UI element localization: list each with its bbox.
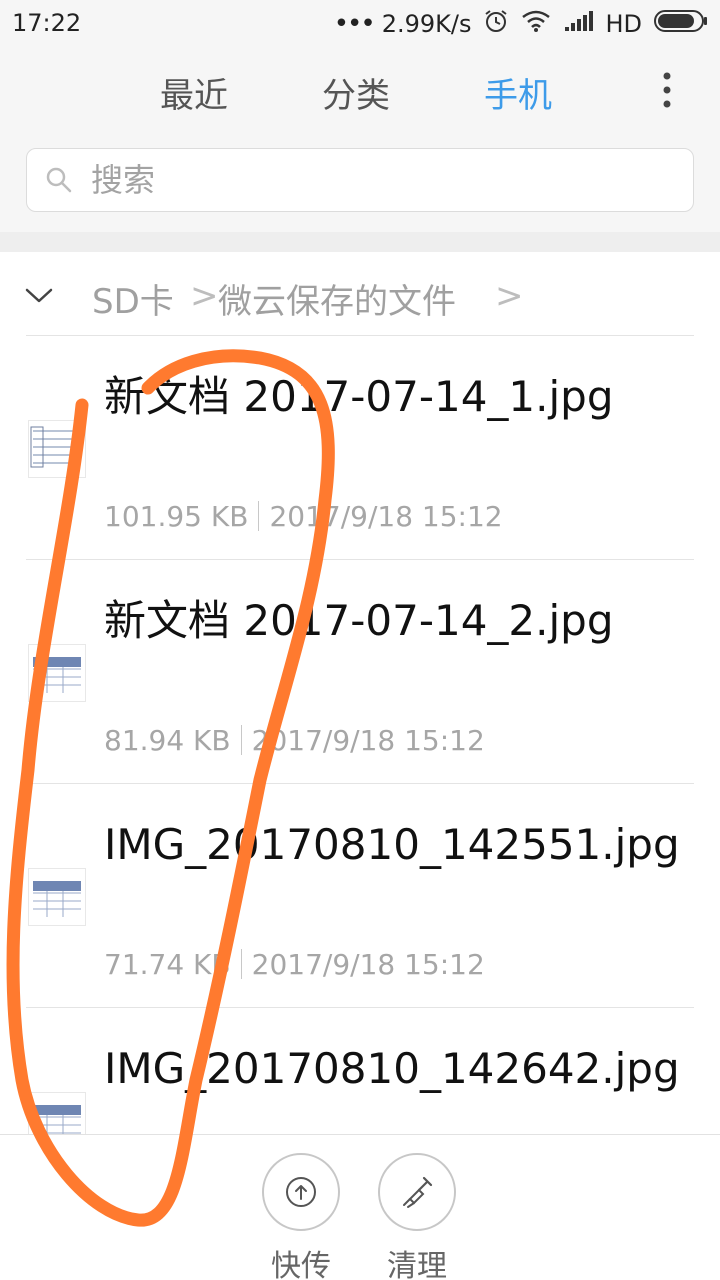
- tab-recent[interactable]: 最近: [160, 68, 228, 117]
- tab-phone[interactable]: 手机: [484, 68, 552, 117]
- file-thumbnail: [28, 1092, 86, 1134]
- status-dots: •••: [333, 9, 376, 39]
- wifi-icon: [521, 9, 551, 39]
- file-meta: 71.74 KB 2017/9/18 15:12: [104, 948, 485, 981]
- signal-icon: [563, 9, 594, 39]
- alarm-icon: [483, 8, 509, 40]
- clean-circle: [378, 1153, 456, 1231]
- status-right: ••• 2.99K/s HD: [334, 8, 708, 40]
- meta-separator: [240, 949, 242, 979]
- file-list: 新文档 2017-07-14_1.jpg 101.95 KB 2017/9/18 …: [0, 336, 720, 1134]
- file-date: 2017/9/18 15:12: [251, 724, 485, 757]
- broom-icon: [403, 1176, 433, 1208]
- file-name: 新文档 2017-07-14_1.jpg: [104, 372, 614, 421]
- network-speed: 2.99K/s: [381, 10, 472, 38]
- file-name: 新文档 2017-07-14_2.jpg: [104, 596, 614, 645]
- breadcrumb: SD卡 > 微云保存的文件 >: [0, 252, 720, 336]
- hd-indicator: HD: [605, 10, 642, 38]
- file-size: 101.95 KB: [104, 500, 249, 533]
- file-thumbnail: [28, 644, 86, 702]
- meta-separator: [240, 725, 242, 755]
- file-thumbnail: [28, 420, 86, 478]
- file-size: 71.74 KB: [104, 948, 231, 981]
- status-time: 17:22: [12, 9, 82, 37]
- search-input[interactable]: [89, 159, 653, 201]
- top-tab-bar: 最近 分类 手机: [0, 52, 720, 129]
- file-date: 2017/9/18 15:12: [251, 948, 485, 981]
- file-name: IMG_20170810_142642.jpg: [104, 1044, 680, 1093]
- chevron-down-icon[interactable]: [24, 280, 54, 310]
- tab-category[interactable]: 分类: [322, 68, 390, 117]
- breadcrumb-sd-card[interactable]: SD卡: [92, 274, 174, 323]
- quicksend-circle: [262, 1153, 340, 1231]
- file-meta: 101.95 KB 2017/9/18 15:12: [104, 500, 503, 533]
- battery-icon: [654, 9, 708, 39]
- file-date: 2017/9/18 15:12: [269, 500, 503, 533]
- more-vertical-icon: [663, 72, 671, 108]
- file-name: IMG_20170810_142551.jpg: [104, 820, 680, 869]
- file-row[interactable]: IMG_20170810_142642.jpg: [0, 1008, 720, 1134]
- meta-separator: [258, 501, 260, 531]
- file-size: 81.94 KB: [104, 724, 231, 757]
- quicksend-label: 快传: [271, 1249, 331, 1280]
- clean-label: 清理: [387, 1249, 447, 1280]
- quicksend-button[interactable]: 快传: [261, 1153, 341, 1280]
- section-gap: [0, 232, 720, 252]
- file-thumbnail: [28, 868, 86, 926]
- search-box[interactable]: [26, 148, 694, 212]
- upload-icon: [286, 1177, 316, 1207]
- file-row[interactable]: 新文档 2017-07-14_2.jpg 81.94 KB 2017/9/18 1…: [0, 560, 720, 784]
- file-manager-screen: 17:22 ••• 2.99K/s HD 最近 分类 手机 搜索 SD卡 > 微…: [0, 0, 720, 1280]
- breadcrumb-folder[interactable]: 微云保存的文件: [218, 274, 456, 323]
- bottom-toolbar: 快传 清理: [0, 1134, 720, 1280]
- search-area: [0, 128, 720, 232]
- file-row[interactable]: IMG_20170810_142551.jpg 71.74 KB 2017/9/1…: [0, 784, 720, 1008]
- more-menu-button[interactable]: [662, 70, 672, 110]
- search-icon: [46, 167, 72, 193]
- file-row[interactable]: 新文档 2017-07-14_1.jpg 101.95 KB 2017/9/18 …: [0, 336, 720, 560]
- status-bar: 17:22 ••• 2.99K/s HD: [0, 0, 720, 52]
- file-meta: 81.94 KB 2017/9/18 15:12: [104, 724, 485, 757]
- clean-button[interactable]: 清理: [377, 1153, 457, 1280]
- breadcrumb-separator: >: [190, 276, 219, 316]
- breadcrumb-separator: >: [495, 276, 524, 316]
